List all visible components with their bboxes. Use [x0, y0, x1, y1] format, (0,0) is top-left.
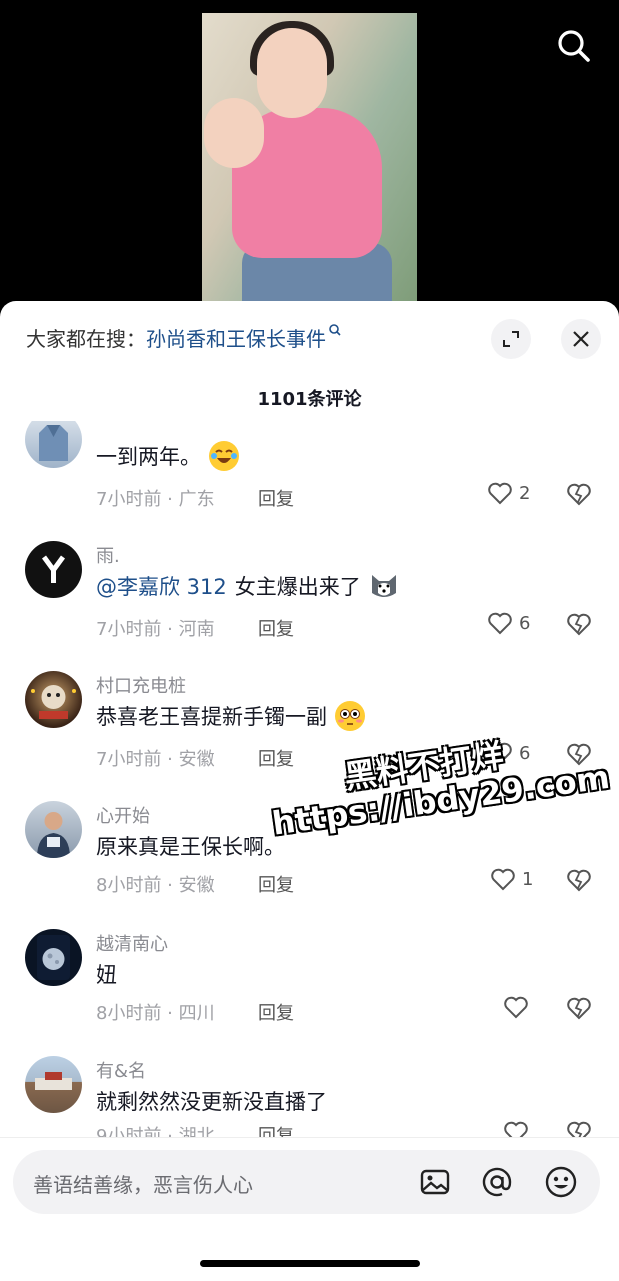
avatar[interactable] [25, 929, 82, 986]
heart-icon [488, 612, 512, 635]
comment-username: 有&名 [96, 1061, 147, 1082]
mention-link[interactable]: @李嘉欣 312 [96, 571, 227, 601]
expand-icon [503, 331, 519, 347]
comment-username: 村口充电桩 [96, 676, 186, 697]
comment-username: 越清南心 [96, 934, 168, 955]
dislike-button[interactable] [566, 742, 592, 770]
dislike-button[interactable] [566, 868, 592, 896]
comment-username: 雨. [96, 546, 120, 567]
avatar[interactable] [25, 1056, 82, 1113]
comment-item: 心开始 原来真是王保长啊。 8小时前 · 安徽 回复 1 [0, 801, 619, 931]
hot-search-keyword[interactable]: 孙尚香和王保长事件 [146, 327, 326, 351]
comment-list[interactable]: … 一到两年。 7小时前 · 广东 回复 2 雨. @李嘉欣 312 [0, 421, 619, 1137]
reply-button[interactable]: 回复 [258, 871, 294, 897]
broken-heart-icon [567, 1121, 591, 1137]
comment-item: 雨. @李嘉欣 312 女主爆出来了 7小时前 · 河南 回复 6 [0, 541, 619, 671]
reply-button[interactable]: 回复 [258, 745, 294, 771]
comment-text: 一到两年。 [96, 441, 239, 471]
search-icon[interactable] [554, 26, 594, 66]
reply-button[interactable]: 回复 [258, 999, 294, 1025]
hot-search-label: 大家都在搜： [26, 327, 146, 351]
like-button[interactable]: 6 [487, 611, 530, 635]
input-placeholder: 善语结善缘，恶言伤人心 [33, 1173, 253, 1197]
dislike-button[interactable] [566, 482, 592, 510]
comment-time-location: 9小时前 · 湖北 [96, 1126, 215, 1137]
close-icon [573, 331, 589, 347]
broken-heart-icon [567, 997, 591, 1020]
avatar[interactable] [25, 541, 82, 598]
like-button[interactable] [503, 1120, 535, 1137]
comment-item: 越清南心 妞 8小时前 · 四川 回复 [0, 929, 619, 1059]
reply-button[interactable]: 回复 [258, 615, 294, 641]
image-icon[interactable] [418, 1165, 452, 1199]
reply-button[interactable]: 回复 [258, 1122, 294, 1137]
broken-heart-icon [567, 613, 591, 636]
heart-icon [504, 996, 528, 1019]
comment-text: 妞 [96, 963, 117, 987]
dislike-button[interactable] [566, 996, 592, 1024]
dislike-button[interactable] [566, 1120, 592, 1137]
comment-username: 心开始 [96, 806, 150, 827]
like-count: 6 [519, 742, 531, 764]
avatar[interactable] [25, 671, 82, 728]
comment-text: 就剩然然没更新没直播了 [96, 1090, 327, 1114]
like-button[interactable]: 6 [487, 741, 530, 765]
comment-count: 1101条评论 [257, 389, 362, 410]
avatar[interactable] [25, 801, 82, 858]
small-search-icon [329, 324, 341, 336]
hot-search-bar[interactable]: 大家都在搜：孙尚香和王保长事件 [26, 323, 342, 352]
like-count: 1 [522, 868, 534, 890]
comment-item: … 一到两年。 7小时前 · 广东 回复 2 [0, 421, 619, 541]
like-count: 2 [519, 482, 531, 504]
laugh-cry-emoji [209, 441, 239, 471]
husky-emoji [368, 571, 399, 601]
like-button[interactable]: 1 [490, 867, 533, 891]
broken-heart-icon [567, 869, 591, 892]
broken-heart-icon [567, 483, 591, 506]
heart-icon [488, 742, 512, 765]
heart-icon [488, 482, 512, 505]
dislike-button[interactable] [566, 612, 592, 640]
emoji-icon[interactable] [544, 1165, 578, 1199]
comment-text: @李嘉欣 312 女主爆出来了 [96, 571, 399, 601]
comment-input[interactable]: 善语结善缘，恶言伤人心 [13, 1150, 600, 1214]
comment-time-location: 8小时前 · 四川 [96, 1003, 215, 1024]
heart-icon [491, 868, 515, 891]
close-button[interactable] [561, 319, 601, 359]
comment-sheet: 大家都在搜：孙尚香和王保长事件 1101条评论 … 一到两年。 7小时前 · 广… [0, 301, 619, 1281]
comment-time-location: 8小时前 · 安徽 [96, 875, 215, 896]
comment-time-location: 7小时前 · 安徽 [96, 749, 215, 770]
expand-button[interactable] [491, 319, 531, 359]
heart-icon [504, 1121, 528, 1137]
mention-icon[interactable] [480, 1165, 514, 1199]
home-indicator[interactable] [200, 1260, 420, 1267]
comment-item: 有&名 就剩然然没更新没直播了 9小时前 · 湖北 回复 [0, 1056, 619, 1137]
video-thumbnail[interactable] [202, 13, 417, 310]
comment-text: 原来真是王保长啊。 [96, 835, 285, 859]
flushed-emoji [335, 701, 365, 731]
comment-time-location: 7小时前 · 广东 [96, 489, 215, 510]
broken-heart-icon [567, 743, 591, 766]
comment-time-location: 7小时前 · 河南 [96, 619, 215, 640]
avatar[interactable] [25, 421, 82, 468]
reply-button[interactable]: 回复 [258, 485, 294, 511]
comment-text: 恭喜老王喜提新手镯一副 [96, 701, 365, 731]
comment-item: 村口充电桩 恭喜老王喜提新手镯一副 7小时前 · 安徽 回复 6 [0, 671, 619, 801]
video-area[interactable] [0, 0, 619, 310]
like-button[interactable] [503, 995, 535, 1019]
like-button[interactable]: 2 [487, 481, 530, 505]
comment-input-bar: 善语结善缘，恶言伤人心 [0, 1137, 619, 1281]
like-count: 6 [519, 612, 531, 634]
